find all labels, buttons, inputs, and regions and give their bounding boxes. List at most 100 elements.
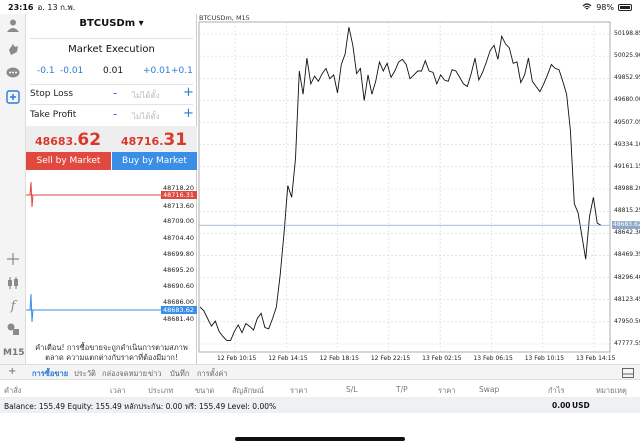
divider [30, 38, 193, 39]
volume-plus-small-button[interactable]: +0.01 [143, 66, 171, 76]
column-header: ราคา [290, 386, 308, 395]
y-tick-label: 48815.25 [614, 207, 640, 215]
bid-price-big: 62 [77, 130, 102, 150]
tab-news[interactable]: ข่าว [148, 368, 162, 380]
y-tick-label: 48296.40 [614, 273, 640, 281]
status-time: 23:16 [8, 2, 34, 12]
tick-scale-label: 48709.00 [163, 217, 195, 225]
hand-icon[interactable] [4, 40, 22, 58]
bottom-tabs: + การซื้อขาย ประวัติ กล่องจดหมาย ข่าว บั… [0, 364, 640, 380]
y-tick-label: 48123.45 [614, 295, 640, 303]
symbol-selector[interactable]: BTCUSDm ▾ [26, 18, 197, 29]
bid-tick-spike [29, 293, 34, 323]
x-tick-label: 13 Feb 02:15 [422, 355, 462, 362]
y-tick-label: 48469.35 [614, 251, 640, 259]
sell-by-market-button[interactable]: Sell by Market [26, 152, 111, 170]
take-profit-input[interactable]: ไม่ได้ตั้ง [132, 110, 160, 123]
column-header: T/P [396, 385, 408, 394]
execution-type[interactable]: Market Execution [26, 44, 197, 55]
price-chart[interactable]: BTCUSDm, M15 50198.85 50025.90 49852.95 496… [197, 14, 640, 364]
battery-icon [618, 3, 632, 11]
left-toolbar: f M15 [0, 14, 26, 364]
column-header: S/L [346, 385, 358, 394]
x-tick-label: 13 Feb 06:15 [473, 355, 513, 362]
x-tick-label: 12 Feb 18:15 [319, 355, 359, 362]
wifi-icon [582, 3, 592, 10]
column-header: ขนาด [195, 386, 215, 395]
take-profit-row: Take Profit - ไม่ได้ตั้ง + [30, 106, 194, 124]
trade-columns: คำสั่ง เวลา ประเภท ขนาด สัญลักษณ์ ราคา S… [0, 381, 640, 397]
y-tick-label: 49334.10 [614, 140, 640, 148]
tab-mailbox[interactable]: กล่องจดหมาย [102, 368, 147, 380]
stop-loss-row: Stop Loss - ไม่ได้ตั้ง + [30, 85, 194, 103]
y-tick-label: 48642.30 [614, 229, 640, 237]
ask-price: 48716.31 [112, 130, 196, 150]
volume-minus-small-button[interactable]: -0.01 [60, 66, 83, 76]
column-header: สัญลักษณ์ [232, 386, 265, 395]
home-indicator [235, 437, 405, 441]
tick-scale-label: 48686.00 [163, 298, 195, 306]
y-tick-label: 50198.85 [614, 30, 640, 37]
column-header: หมายเหตุ [596, 386, 627, 395]
y-tick-label: 47950.50 [614, 317, 640, 325]
volume-value[interactable]: 0.01 [103, 66, 123, 76]
take-profit-plus-button[interactable]: + [183, 106, 194, 121]
divider [30, 104, 193, 105]
chat-icon[interactable] [4, 64, 22, 82]
add-order-icon[interactable] [4, 88, 22, 106]
column-header: ราคา [438, 386, 456, 395]
tab-settings[interactable]: การตั้งค่า [197, 368, 228, 380]
vertical-line-icon[interactable] [4, 274, 22, 292]
objects-icon[interactable] [4, 320, 22, 338]
divider [30, 84, 193, 85]
timeframe-label[interactable]: M15 [3, 348, 24, 358]
add-icon[interactable]: + [8, 366, 16, 377]
status-date: อ. 13 ก.พ. [37, 2, 76, 12]
currency: USD [572, 401, 590, 410]
x-tick-label: 12 Feb 10:15 [217, 355, 257, 362]
y-tick-label: 49680.00 [614, 96, 640, 104]
stop-loss-minus-button[interactable]: - [113, 86, 117, 100]
stop-loss-plus-button[interactable]: + [183, 85, 194, 100]
warning-text: คำเตือน! การซื้อขายจะถูกดำเนินการตามสภาพ… [35, 343, 188, 362]
ask-price-main: 48716. [120, 135, 164, 148]
x-tick-label: 12 Feb 22:15 [370, 355, 411, 362]
tab-journal[interactable]: บันทึก [170, 368, 189, 380]
stop-loss-label: Stop Loss [30, 89, 74, 99]
column-header: Swap [479, 385, 500, 394]
take-profit-label: Take Profit [30, 110, 77, 120]
column-header: คำสั่ง [4, 386, 22, 395]
tab-trade[interactable]: การซื้อขาย [32, 368, 68, 380]
balance-bar: Balance: 155.49 Equity: 155.49 หลักประกั… [0, 397, 640, 413]
tick-scale-label: 48681.40 [163, 315, 195, 323]
y-tick-label: 49852.95 [614, 74, 640, 82]
volume-minus-big-button[interactable]: -0.1 [37, 66, 55, 76]
function-icon[interactable]: f [4, 297, 22, 315]
take-profit-minus-button[interactable]: - [113, 107, 117, 121]
column-header: กำไร [548, 386, 565, 395]
bid-tag: 48683.62 [161, 306, 197, 314]
x-tick-label: 13 Feb 14:15 [576, 355, 616, 362]
tab-history[interactable]: ประวัติ [74, 368, 96, 380]
order-panel: BTCUSDm ▾ Market Execution -0.1 -0.01 0.… [26, 14, 197, 364]
battery-percent: 98% [596, 2, 614, 12]
column-header: ประเภท [148, 386, 174, 395]
tick-scale-label: 48695.20 [163, 266, 195, 274]
bid-price-main: 48683. [34, 135, 78, 148]
profit-amount: 0.00 [552, 401, 571, 410]
price-series-line [199, 27, 602, 341]
buy-by-market-button[interactable]: Buy by Market [112, 152, 197, 170]
collapse-panel-icon[interactable] [622, 368, 634, 378]
chart-svg[interactable] [197, 14, 640, 364]
status-right: 98% [582, 3, 632, 12]
user-icon[interactable] [4, 16, 22, 34]
column-header: เวลา [110, 386, 126, 395]
status-bar: 23:16 อ. 13 ก.พ. 98% [0, 0, 640, 14]
volume-plus-big-button[interactable]: +0.1 [171, 66, 193, 76]
stop-loss-input[interactable]: ไม่ได้ตั้ง [132, 89, 160, 102]
y-tick-label: 49161.15 [614, 162, 640, 170]
tick-scale-label: 48699.80 [163, 250, 195, 258]
tick-scale-label: 48690.60 [163, 282, 195, 290]
crosshair-icon[interactable] [4, 250, 22, 268]
ask-tag: 48716.31 [161, 191, 197, 199]
